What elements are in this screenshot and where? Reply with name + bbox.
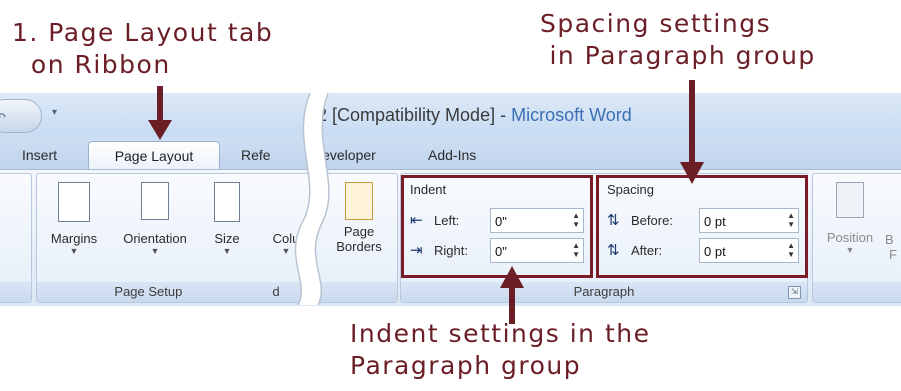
size-icon xyxy=(214,182,240,222)
indent-left-value: 0" xyxy=(495,214,507,229)
spacing-section: Spacing ⇅ Before: 0 pt ▲ ▼ ⇅ After: 0 pt ▲ ▼ xyxy=(596,175,808,278)
paragraph-label: Paragraph xyxy=(573,284,635,299)
tab-page-layout[interactable]: Page Layout xyxy=(88,141,220,172)
tab-page-layout-label: Page Layout xyxy=(114,148,194,164)
callout-indent-settings: Indent settings in the Paragraph group xyxy=(350,319,651,380)
spacing-before-label: Before: xyxy=(631,213,673,228)
page-borders-label-1: Page xyxy=(343,224,375,239)
quick-access-dropdown-icon[interactable]: ▾ xyxy=(52,107,57,118)
undo-icon: ↶ xyxy=(0,110,6,125)
indent-right-field[interactable]: 0" ▲ ▼ xyxy=(490,238,584,263)
spacing-after-label: After: xyxy=(631,243,663,258)
spin-icon[interactable]: ▲ ▼ xyxy=(572,241,580,259)
position-icon xyxy=(836,182,864,218)
arrange-partial-label-1: B xyxy=(885,232,894,247)
group-arrange-label xyxy=(813,282,901,302)
indent-left-icon: ⇤ xyxy=(410,212,423,229)
group-partial-left xyxy=(0,173,32,303)
arrange-partial-label-2: F xyxy=(889,247,897,262)
chevron-down-icon: ▼ xyxy=(150,246,160,256)
partial-group-label: d xyxy=(272,284,280,299)
group-arrange: Position ▼ B F xyxy=(812,173,901,303)
callout-page-layout-tab: 1. Page Layout tab on Ribbon xyxy=(12,18,274,79)
ribbon-band: Margins ▼ Orientation ▼ Size ▼ Colu ▼ Pa… xyxy=(0,169,901,306)
tab-add-ins[interactable]: Add-Ins xyxy=(428,147,476,163)
indent-section: Indent ⇤ Left: 0" ▲ ▼ ⇥ Right: 0" ▲ ▼ xyxy=(401,175,593,278)
callout-spacing-settings: Spacing settings in Paragraph group xyxy=(540,9,816,70)
group-partial-left-label xyxy=(0,282,31,302)
margins-icon xyxy=(58,182,90,222)
dialog-launcher-icon[interactable]: ⇲ xyxy=(788,286,801,299)
margins-button[interactable]: Margins ▼ xyxy=(43,182,105,256)
arrange-partial-button[interactable]: B F xyxy=(885,232,901,262)
office-button[interactable]: ↶ xyxy=(0,99,42,133)
position-button[interactable]: Position ▼ xyxy=(817,182,883,255)
spacing-after-field[interactable]: 0 pt ▲ ▼ xyxy=(699,238,799,263)
group-paragraph-label: Paragraph xyxy=(401,282,807,302)
indent-right-value: 0" xyxy=(495,244,507,259)
position-label: Position xyxy=(826,230,874,245)
arrow-to-spacing xyxy=(680,80,704,184)
arrow-to-page-layout-tab xyxy=(148,86,172,140)
window-title: t2 [Compatibility Mode] - Microsoft Word xyxy=(312,105,632,126)
orientation-icon xyxy=(141,182,169,220)
spin-icon[interactable]: ▲ ▼ xyxy=(787,241,795,259)
indent-right-icon: ⇥ xyxy=(410,242,423,259)
arrow-to-indent xyxy=(500,266,524,324)
orientation-button[interactable]: Orientation ▼ xyxy=(107,182,203,256)
word-ribbon: ↶ ▾ t2 [Compatibility Mode] - Microsoft … xyxy=(0,93,901,306)
indent-left-field[interactable]: 0" ▲ ▼ xyxy=(490,208,584,233)
chevron-down-icon: ▼ xyxy=(69,246,79,256)
spin-icon[interactable]: ▲ ▼ xyxy=(572,211,580,229)
indent-heading: Indent xyxy=(410,182,447,197)
ribbon-tabs: Insert Page Layout Refe Developer Add-In… xyxy=(0,137,901,172)
torn-divider xyxy=(294,93,330,305)
chevron-down-icon: ▼ xyxy=(222,246,232,256)
group-page-setup-label: Page Setup d xyxy=(37,282,397,302)
page-borders-icon xyxy=(345,182,373,220)
spacing-after-icon: ⇅ xyxy=(607,242,620,259)
page-borders-button[interactable]: Page Borders xyxy=(327,182,391,254)
document-title: t2 [Compatibility Mode] - xyxy=(312,105,512,125)
indent-left-label: Left: xyxy=(434,213,460,228)
orientation-label: Orientation xyxy=(123,231,187,246)
tab-insert[interactable]: Insert xyxy=(22,147,57,163)
spacing-heading: Spacing xyxy=(607,182,654,197)
size-label: Size xyxy=(214,231,240,246)
tab-references[interactable]: Refe xyxy=(241,147,271,163)
spacing-before-value: 0 pt xyxy=(704,214,726,229)
spacing-after-value: 0 pt xyxy=(704,244,726,259)
page-setup-label: Page Setup xyxy=(114,284,183,299)
size-button[interactable]: Size ▼ xyxy=(205,182,249,256)
spin-icon[interactable]: ▲ ▼ xyxy=(787,211,795,229)
app-name: Microsoft Word xyxy=(511,105,632,125)
spacing-before-field[interactable]: 0 pt ▲ ▼ xyxy=(699,208,799,233)
chevron-down-icon: ▼ xyxy=(845,245,855,255)
spacing-before-icon: ⇅ xyxy=(607,212,620,229)
group-page-setup: Margins ▼ Orientation ▼ Size ▼ Colu ▼ Pa… xyxy=(36,173,398,303)
page-borders-label-2: Borders xyxy=(336,239,382,254)
margins-label: Margins xyxy=(50,231,98,246)
title-bar: ↶ ▾ t2 [Compatibility Mode] - Microsoft … xyxy=(0,93,901,137)
indent-right-label: Right: xyxy=(434,243,468,258)
